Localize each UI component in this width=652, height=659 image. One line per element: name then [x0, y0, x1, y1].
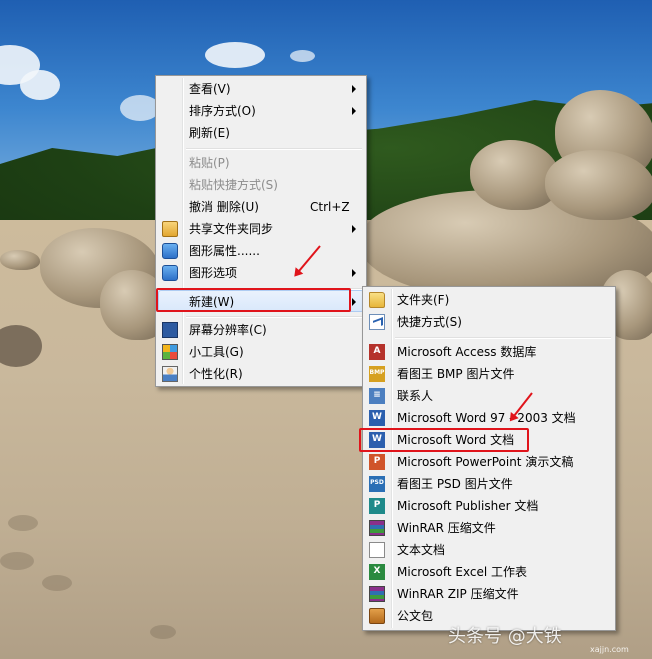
word-icon: W: [369, 410, 385, 426]
submenu-item-word-97-2003[interactable]: W Microsoft Word 97 - 2003 文档: [365, 407, 613, 429]
menu-item-label: 粘贴快捷方式(S): [189, 178, 278, 192]
submenu-item-psd[interactable]: PSD 看图王 PSD 图片文件: [365, 473, 613, 495]
menu-item-new[interactable]: 新建(W): [158, 290, 364, 312]
powerpoint-icon: P: [369, 454, 385, 470]
menu-item-label: 快捷方式(S): [397, 315, 462, 329]
menu-item-paste-shortcut[interactable]: 粘贴快捷方式(S): [158, 174, 364, 196]
gadgets-icon: [162, 344, 178, 360]
cloud: [205, 42, 265, 68]
submenu-arrow-icon: [352, 225, 356, 233]
boulder: [545, 150, 652, 220]
menu-item-label: 新建(W): [189, 295, 235, 309]
menu-item-refresh[interactable]: 刷新(E): [158, 122, 364, 144]
submenu-item-excel[interactable]: X Microsoft Excel 工作表: [365, 561, 613, 583]
excel-icon: X: [369, 564, 385, 580]
briefcase-icon: [369, 608, 385, 624]
personalize-icon: [162, 366, 178, 382]
menu-item-paste[interactable]: 粘贴(P): [158, 152, 364, 174]
menu-item-personalize[interactable]: 个性化(R): [158, 363, 364, 385]
psd-icon: PSD: [369, 476, 385, 492]
submenu-item-powerpoint[interactable]: P Microsoft PowerPoint 演示文稿: [365, 451, 613, 473]
footprint: [42, 575, 72, 591]
word-icon: W: [369, 432, 385, 448]
menu-item-label: Microsoft Word 97 - 2003 文档: [397, 411, 576, 425]
submenu-item-word-document[interactable]: W Microsoft Word 文档: [365, 429, 613, 451]
menu-item-label: 排序方式(O): [189, 104, 256, 118]
submenu-item-bmp[interactable]: BMP 看图王 BMP 图片文件: [365, 363, 613, 385]
menu-item-shortcut: Ctrl+Z: [310, 200, 350, 214]
menu-item-label: Microsoft Excel 工作表: [397, 565, 528, 579]
submenu-arrow-icon: [352, 298, 356, 306]
graphics-options-icon: [162, 265, 178, 281]
menu-item-label: Microsoft Word 文档: [397, 433, 515, 447]
bmp-icon: BMP: [369, 366, 385, 382]
desktop-context-menu: 查看(V) 排序方式(O) 刷新(E) 粘贴(P) 粘贴快捷方式(S) 撤消 删…: [155, 75, 367, 387]
footprint: [0, 552, 34, 570]
menu-item-screen-resolution[interactable]: 屏幕分辨率(C): [158, 319, 364, 341]
boulder: [0, 250, 40, 270]
cloud: [120, 95, 160, 121]
menu-item-label: 共享文件夹同步: [189, 222, 274, 236]
contact-icon: ≡: [369, 388, 385, 404]
footprint: [150, 625, 176, 639]
submenu-item-winrar[interactable]: WinRAR 压缩文件: [365, 517, 613, 539]
menu-item-label: WinRAR 压缩文件: [397, 521, 496, 535]
submenu-item-shortcut[interactable]: 快捷方式(S): [365, 311, 613, 333]
submenu-item-publisher[interactable]: P Microsoft Publisher 文档: [365, 495, 613, 517]
shortcut-icon: [369, 314, 385, 330]
watermark-site: xajjn.com: [590, 645, 629, 654]
submenu-item-text-document[interactable]: 文本文档: [365, 539, 613, 561]
menu-item-label: 小工具(G): [189, 345, 244, 359]
menu-item-graphics-properties[interactable]: 图形属性......: [158, 240, 364, 262]
menu-item-label: 刷新(E): [189, 126, 230, 140]
text-document-icon: [369, 542, 385, 558]
menu-separator: [395, 337, 611, 339]
menu-item-label: Microsoft Access 数据库: [397, 345, 537, 359]
new-submenu: 文件夹(F) 快捷方式(S) A Microsoft Access 数据库 BM…: [362, 286, 616, 631]
submenu-arrow-icon: [352, 107, 356, 115]
menu-item-gadgets[interactable]: 小工具(G): [158, 341, 364, 363]
folder-icon: [369, 292, 385, 308]
share-sync-icon: [162, 221, 178, 237]
submenu-item-contact[interactable]: ≡ 联系人: [365, 385, 613, 407]
menu-item-label: WinRAR ZIP 压缩文件: [397, 587, 519, 601]
submenu-item-access[interactable]: A Microsoft Access 数据库: [365, 341, 613, 363]
menu-item-view[interactable]: 查看(V): [158, 78, 364, 100]
menu-item-label: 公文包: [397, 609, 434, 623]
menu-item-label: Microsoft Publisher 文档: [397, 499, 539, 513]
menu-item-label: 粘贴(P): [189, 156, 230, 170]
menu-item-label: 撤消 删除(U): [189, 200, 259, 214]
menu-item-label: 看图王 BMP 图片文件: [397, 367, 515, 381]
menu-item-label: 联系人: [397, 389, 434, 403]
submenu-item-folder[interactable]: 文件夹(F): [365, 289, 613, 311]
menu-item-label: 图形选项: [189, 266, 238, 280]
menu-item-label: 图形属性......: [189, 244, 260, 258]
menu-item-label: 屏幕分辨率(C): [189, 323, 267, 337]
menu-item-share-sync[interactable]: 共享文件夹同步: [158, 218, 364, 240]
menu-item-label: 文件夹(F): [397, 293, 450, 307]
menu-item-label: 看图王 PSD 图片文件: [397, 477, 513, 491]
winrar-icon: [369, 520, 385, 536]
winrar-zip-icon: [369, 586, 385, 602]
cloud: [20, 70, 60, 100]
cloud: [290, 50, 315, 62]
submenu-arrow-icon: [352, 269, 356, 277]
submenu-arrow-icon: [352, 85, 356, 93]
menu-item-graphics-options[interactable]: 图形选项: [158, 262, 364, 284]
menu-item-undo-delete[interactable]: 撤消 删除(U) Ctrl+Z: [158, 196, 364, 218]
menu-separator: [186, 148, 362, 150]
menu-separator: [186, 316, 362, 318]
graphics-properties-icon: [162, 243, 178, 259]
footprint: [8, 515, 38, 531]
menu-item-sort-by[interactable]: 排序方式(O): [158, 100, 364, 122]
menu-item-label: 文本文档: [397, 543, 446, 557]
menu-item-label: 个性化(R): [189, 367, 243, 381]
watermark-text: 头条号 @大铁: [448, 626, 562, 647]
access-icon: A: [369, 344, 385, 360]
menu-item-label: Microsoft PowerPoint 演示文稿: [397, 455, 574, 469]
publisher-icon: P: [369, 498, 385, 514]
menu-item-label: 查看(V): [189, 82, 231, 96]
monitor-icon: [162, 322, 178, 338]
submenu-item-winrar-zip[interactable]: WinRAR ZIP 压缩文件: [365, 583, 613, 605]
